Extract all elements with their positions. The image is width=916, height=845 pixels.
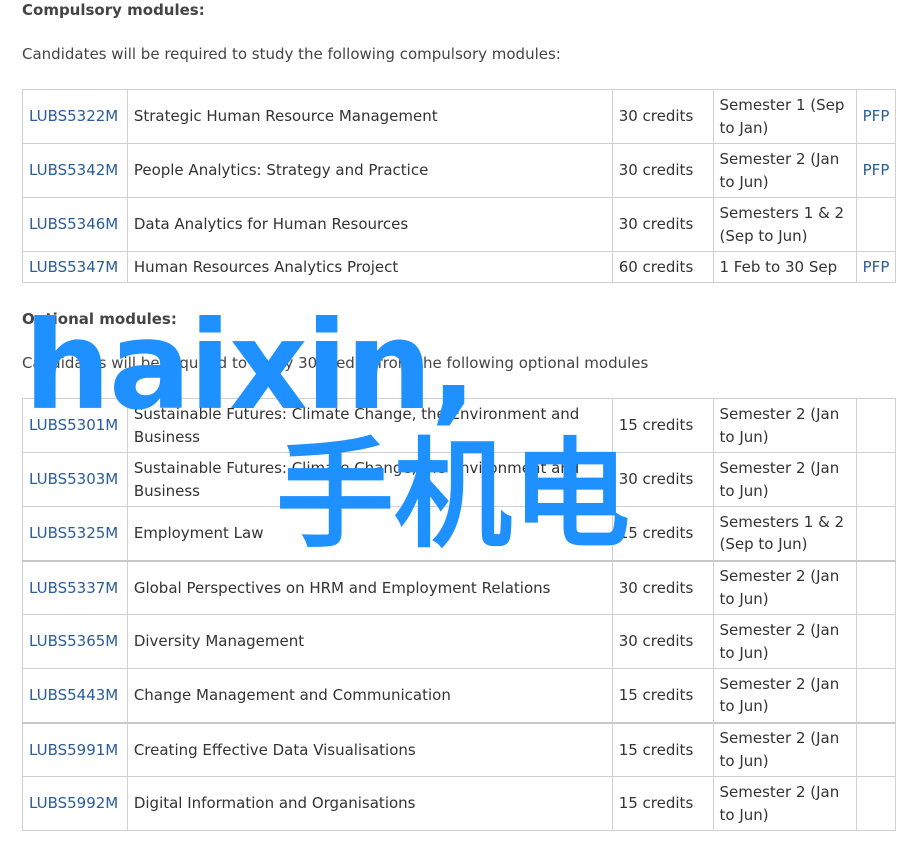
compulsory-heading: Compulsory modules: (22, 1, 205, 19)
module-code-link[interactable]: LUBS5365M (29, 632, 118, 650)
module-code-cell: LUBS5337M (22, 559, 128, 615)
table-row: LUBS5322M Strategic Human Resource Manag… (22, 89, 897, 144)
pfp-cell (855, 506, 897, 561)
table-row: LUBS5342M People Analytics: Strategy and… (22, 143, 897, 198)
optional-modules-table: LUBS5301M Sustainable Futures: Climate C… (22, 398, 897, 831)
table-row: LUBS5346M Data Analytics for Human Resou… (22, 197, 897, 252)
module-credits: 30 credits (611, 143, 714, 198)
module-title: Diversity Management (126, 614, 613, 669)
pfp-cell (855, 398, 897, 453)
module-title: Human Resources Analytics Project (126, 251, 613, 283)
module-code-cell: LUBS5992M (22, 776, 128, 831)
module-credits: 15 credits (611, 398, 714, 453)
pfp-cell: PFP (855, 251, 897, 283)
table-row: LUBS5443M Change Management and Communic… (22, 668, 897, 723)
table-row: LUBS5365M Diversity Management 30 credit… (22, 614, 897, 669)
table-row: LUBS5991M Creating Effective Data Visual… (22, 721, 897, 777)
pfp-cell (855, 197, 897, 252)
compulsory-intro: Candidates will be required to study the… (22, 45, 561, 63)
module-title: People Analytics: Strategy and Practice (126, 143, 613, 198)
module-title: Sustainable Futures: Climate Change, the… (126, 452, 613, 507)
module-code-link[interactable]: LUBS5346M (29, 215, 118, 233)
module-credits: 60 credits (611, 251, 714, 283)
module-semester: Semesters 1 & 2 (Sep to Jun) (712, 197, 857, 252)
module-code-cell: LUBS5342M (22, 143, 128, 198)
optional-heading: Optional modules: (22, 310, 177, 328)
module-title: Employment Law (126, 506, 613, 561)
pfp-cell (855, 452, 897, 507)
compulsory-modules-table: LUBS5322M Strategic Human Resource Manag… (22, 89, 897, 283)
table-row: LUBS5992M Digital Information and Organi… (22, 776, 897, 831)
module-title: Data Analytics for Human Resources (126, 197, 613, 252)
module-credits: 15 credits (611, 506, 714, 561)
module-code-cell: LUBS5443M (22, 668, 128, 723)
module-semester: Semester 2 (Jan to Jun) (712, 668, 857, 723)
module-credits: 30 credits (611, 89, 714, 144)
module-code-link[interactable]: LUBS5992M (29, 794, 118, 812)
module-semester: Semester 2 (Jan to Jun) (712, 559, 857, 615)
table-row: LUBS5337M Global Perspectives on HRM and… (22, 559, 897, 615)
module-credits: 30 credits (611, 197, 714, 252)
module-semester: Semester 1 (Sep to Jan) (712, 89, 857, 144)
module-credits: 15 credits (611, 776, 714, 831)
table-row: LUBS5301M Sustainable Futures: Climate C… (22, 398, 897, 453)
module-code-link[interactable]: LUBS5347M (29, 258, 118, 276)
module-semester: Semester 2 (Jan to Jun) (712, 452, 857, 507)
module-code-cell: LUBS5347M (22, 251, 128, 283)
module-semester: Semesters 1 & 2 (Sep to Jun) (712, 506, 857, 561)
pfp-cell (855, 559, 897, 615)
module-title: Global Perspectives on HRM and Employmen… (126, 559, 613, 615)
module-code-link[interactable]: LUBS5991M (29, 741, 118, 759)
module-credits: 15 credits (611, 721, 714, 777)
module-title: Digital Information and Organisations (126, 776, 613, 831)
table-row: LUBS5347M Human Resources Analytics Proj… (22, 251, 897, 283)
module-code-link[interactable]: LUBS5337M (29, 579, 118, 597)
pfp-cell: PFP (855, 143, 897, 198)
pfp-link[interactable]: PFP (863, 258, 890, 276)
module-credits: 30 credits (611, 452, 714, 507)
module-code-link[interactable]: LUBS5303M (29, 470, 118, 488)
optional-intro: Candidates will be required to study 30 … (22, 354, 649, 372)
module-code-link[interactable]: LUBS5325M (29, 524, 118, 542)
module-title: Strategic Human Resource Management (126, 89, 613, 144)
module-semester: Semester 2 (Jan to Jun) (712, 721, 857, 777)
pfp-cell (855, 668, 897, 723)
module-code-link[interactable]: LUBS5443M (29, 686, 118, 704)
module-code-cell: LUBS5303M (22, 452, 128, 507)
module-code-link[interactable]: LUBS5342M (29, 161, 118, 179)
pfp-cell (855, 721, 897, 777)
module-semester: Semester 2 (Jan to Jun) (712, 398, 857, 453)
module-code-link[interactable]: LUBS5301M (29, 416, 118, 434)
module-semester: Semester 2 (Jan to Jun) (712, 776, 857, 831)
module-title: Sustainable Futures: Climate Change, the… (126, 398, 613, 453)
pfp-link[interactable]: PFP (863, 161, 890, 179)
module-credits: 15 credits (611, 668, 714, 723)
module-semester: Semester 2 (Jan to Jun) (712, 143, 857, 198)
module-code-cell: LUBS5322M (22, 89, 128, 144)
module-credits: 30 credits (611, 559, 714, 615)
table-row: LUBS5303M Sustainable Futures: Climate C… (22, 452, 897, 507)
pfp-link[interactable]: PFP (863, 107, 890, 125)
module-code-cell: LUBS5301M (22, 398, 128, 453)
pfp-cell: PFP (855, 89, 897, 144)
module-code-cell: LUBS5365M (22, 614, 128, 669)
module-title: Change Management and Communication (126, 668, 613, 723)
module-code-link[interactable]: LUBS5322M (29, 107, 118, 125)
module-credits: 30 credits (611, 614, 714, 669)
pfp-cell (855, 776, 897, 831)
table-row: LUBS5325M Employment Law 15 credits Seme… (22, 506, 897, 561)
module-code-cell: LUBS5325M (22, 506, 128, 561)
pfp-cell (855, 614, 897, 669)
module-code-cell: LUBS5346M (22, 197, 128, 252)
module-semester: 1 Feb to 30 Sep (712, 251, 857, 283)
module-semester: Semester 2 (Jan to Jun) (712, 614, 857, 669)
module-code-cell: LUBS5991M (22, 721, 128, 777)
module-title: Creating Effective Data Visualisations (126, 721, 613, 777)
